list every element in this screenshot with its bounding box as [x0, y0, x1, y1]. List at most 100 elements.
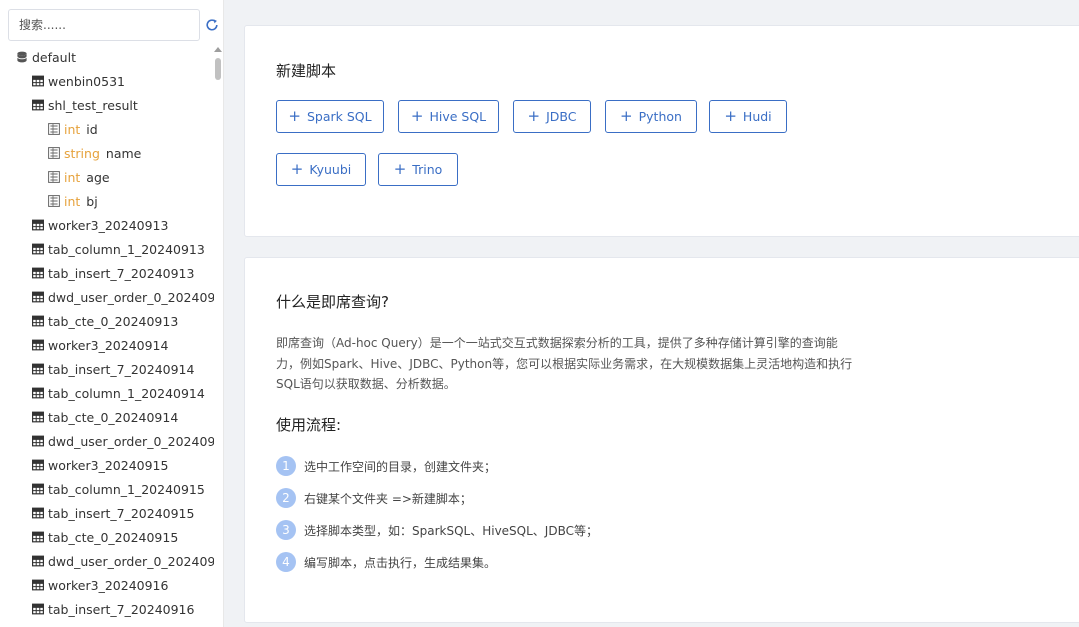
table-icon — [32, 267, 44, 279]
tree-item-label: dwd_user_order_0_20240913 — [48, 289, 214, 305]
step-text: 编写脚本，点击执行，生成结果集。 — [304, 555, 497, 570]
table-icon — [32, 603, 44, 615]
new-script-title: 新建脚本 — [276, 62, 337, 80]
tree-table-item[interactable]: worker3_20240914 — [0, 333, 214, 357]
step-text: 选择脚本类型，如：SparkSQL、HiveSQL、JDBC等； — [304, 523, 598, 538]
new-script-button-spark-sql[interactable]: + Spark SQL — [276, 100, 384, 133]
tree-item-label: id — [86, 121, 98, 137]
tree-item-label: tab_column_1_20240915 — [48, 481, 205, 497]
database-tree: default wenbin0531 shl_test_result int id str… — [0, 45, 214, 627]
tree-item-label: dwd_user_order_0_20240915 — [48, 553, 214, 569]
tree-item-label: worker3_20240914 — [48, 337, 169, 353]
search-input[interactable] — [8, 9, 200, 41]
table-icon — [32, 435, 44, 447]
tree-table-item[interactable]: tab_insert_7_20240916 — [0, 597, 214, 621]
column-icon — [48, 195, 60, 207]
tree-table-item[interactable]: shl_test_result — [0, 93, 214, 117]
table-icon — [32, 411, 44, 423]
table-icon — [32, 459, 44, 471]
button-label: Python — [638, 109, 682, 124]
tree-item-label: default — [32, 49, 76, 65]
tree-item-label: tab_column_1_20240914 — [48, 385, 205, 401]
tree-item-label: tab_insert_7_20240916 — [48, 601, 195, 617]
tree-column-item[interactable]: string name — [0, 141, 214, 165]
plus-icon: + — [527, 107, 541, 125]
tree-table-item[interactable]: tab_insert_7_20240913 — [0, 261, 214, 285]
tree-database[interactable]: default — [0, 45, 214, 69]
tree-table-item[interactable]: wenbin0531 — [0, 69, 214, 93]
button-label: JDBC — [546, 109, 577, 124]
tree-table-item[interactable]: dwd_user_order_0_20240914 — [0, 429, 214, 453]
tree-item-label: bj — [86, 193, 98, 209]
tree-column-item[interactable]: int id — [0, 117, 214, 141]
new-script-button-python[interactable]: + Python — [605, 100, 697, 133]
step-text: 右键某个文件夹 =>新建脚本； — [304, 491, 472, 506]
tree-item-label: worker3_20240913 — [48, 217, 169, 233]
tree-table-item[interactable]: tab_cte_0_20240914 — [0, 405, 214, 429]
tree-item-label: worker3_20240915 — [48, 457, 169, 473]
help-title: 什么是即席查询? — [276, 293, 389, 311]
scroll-up-arrow-icon[interactable] — [214, 47, 222, 52]
tree-table-item[interactable]: tab_column_1_20240914 — [0, 381, 214, 405]
table-icon — [32, 363, 44, 375]
tree-item-label: tab_cte_0_20240913 — [48, 313, 179, 329]
tree-table-item[interactable]: tab_column_1_20240915 — [0, 477, 214, 501]
tree-table-item[interactable]: worker3_20240913 — [0, 213, 214, 237]
table-icon — [32, 99, 44, 111]
tree-item-label: tab_insert_7_20240914 — [48, 361, 195, 377]
step-item: 3 选择脚本类型，如：SparkSQL、HiveSQL、JDBC等； — [276, 520, 598, 540]
table-icon — [32, 219, 44, 231]
help-description: 即席查询（Ad-hoc Query）是一个一站式交互式数据探索分析的工具，提供了… — [276, 336, 853, 391]
new-script-card: 新建脚本 + Spark SQL + Hive SQL + JDBC + Python + Hud… — [244, 25, 1079, 237]
table-icon — [32, 75, 44, 87]
new-script-button-hive-sql[interactable]: + Hive SQL — [398, 100, 499, 133]
tree-item-label: tab_cte_0_20240914 — [48, 409, 179, 425]
step-number-badge: 1 — [276, 456, 296, 476]
column-type: int — [64, 121, 81, 137]
tree-scrollbar-thumb[interactable] — [215, 58, 221, 80]
plus-icon: + — [290, 160, 304, 178]
table-icon — [32, 507, 44, 519]
button-label: Hive SQL — [429, 109, 487, 124]
tree-table-item[interactable]: worker3_20240916 — [0, 573, 214, 597]
tree-item-label: age — [86, 169, 110, 185]
tree-table-item[interactable]: tab_cte_0_20240915 — [0, 525, 214, 549]
tree-table-item[interactable]: tab_cte_0_20240913 — [0, 309, 214, 333]
new-script-button-trino[interactable]: + Trino — [378, 153, 458, 186]
tree-table-item[interactable]: dwd_user_order_0_20240913 — [0, 285, 214, 309]
tree-table-item[interactable]: tab_insert_7_20240915 — [0, 501, 214, 525]
tree-item-label: wenbin0531 — [48, 73, 125, 89]
column-type: int — [64, 193, 81, 209]
help-card: 什么是即席查询? 即席查询（Ad-hoc Query）是一个一站式交互式数据探索… — [244, 257, 1079, 623]
step-item: 2 右键某个文件夹 =>新建脚本； — [276, 488, 472, 508]
new-script-button-jdbc[interactable]: + JDBC — [513, 100, 591, 133]
column-type: string — [64, 145, 100, 161]
column-icon — [48, 171, 60, 183]
refresh-icon[interactable] — [205, 18, 219, 32]
tree-item-label: tab_column_1_20240913 — [48, 241, 205, 257]
column-icon — [48, 147, 60, 159]
step-item: 1 选中工作空间的目录，创建文件夹； — [276, 456, 496, 476]
tree-column-item[interactable]: int age — [0, 165, 214, 189]
table-icon — [32, 291, 44, 303]
step-text: 选中工作空间的目录，创建文件夹； — [304, 459, 497, 474]
tree-table-item[interactable]: tab_column_1_20240913 — [0, 237, 214, 261]
tree-table-item[interactable]: tab_insert_7_20240914 — [0, 357, 214, 381]
table-icon — [32, 315, 44, 327]
new-script-button-kyuubi[interactable]: + Kyuubi — [276, 153, 366, 186]
button-label: Kyuubi — [309, 162, 352, 177]
tree-item-label: name — [105, 145, 142, 161]
database-icon — [16, 51, 28, 63]
tree-scrollbar-track — [214, 45, 222, 627]
search-box — [8, 9, 200, 41]
table-icon — [32, 555, 44, 567]
tree-item-label: tab_cte_0_20240915 — [48, 529, 179, 545]
new-script-button-hudi[interactable]: + Hudi — [709, 100, 787, 133]
tree-table-item[interactable]: dwd_user_order_0_20240915 — [0, 549, 214, 573]
tree-table-item[interactable]: worker3_20240915 — [0, 453, 214, 477]
plus-icon: + — [620, 107, 633, 125]
plus-icon: + — [724, 107, 737, 125]
column-type: int — [64, 169, 81, 185]
plus-icon: + — [288, 107, 301, 125]
tree-column-item[interactable]: int bj — [0, 189, 214, 213]
